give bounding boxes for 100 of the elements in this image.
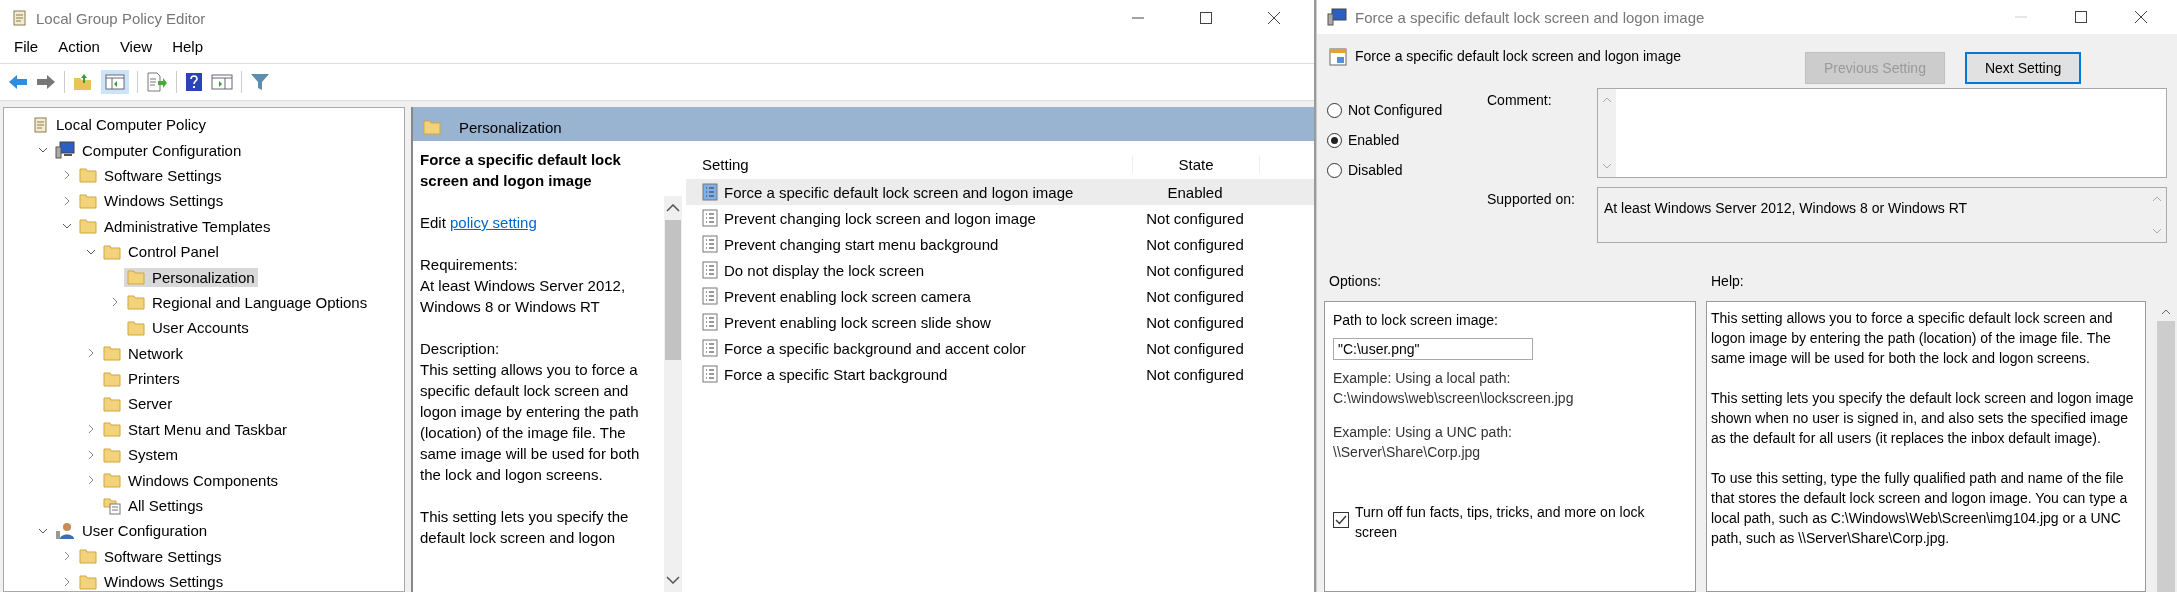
folder-icon xyxy=(103,421,121,438)
help-text: To use this setting, type the fully qualified path and name of the file that stores the default lock screen and logon image. You can type a local path, such as C:\Windows\Web\Screen\img104.jpg or a UNC path, such as \\Server\Share\Corp.jpg. xyxy=(1711,469,2129,548)
radio-label: Enabled xyxy=(1348,132,1400,148)
window-title: Local Group Policy Editor xyxy=(36,9,206,27)
help-text: This setting allows you to force a specific default lock screen and logon image by entering the path (location) of the image file. The same image will be used for both the lock and logon screens. xyxy=(1711,309,2114,368)
folder-icon xyxy=(127,294,145,311)
export-list-icon[interactable] xyxy=(146,72,168,92)
tree-item[interactable]: Regional and Language Options xyxy=(124,292,371,312)
radio-label: Disabled xyxy=(1348,162,1403,178)
chevron-right-icon[interactable] xyxy=(88,348,94,359)
setting-row[interactable]: Prevent enabling lock screen camera Not configured xyxy=(686,283,1314,309)
scrollbar[interactable] xyxy=(664,196,682,592)
tree-item[interactable]: Local Computer Policy xyxy=(28,114,210,135)
chevron-right-icon[interactable] xyxy=(88,449,94,460)
chevron-down-icon[interactable] xyxy=(666,576,680,584)
tree-item[interactable]: Windows Settings xyxy=(76,572,227,591)
window-title: Force a specific default lock screen and logon image xyxy=(1355,8,1705,26)
back-arrow-icon[interactable] xyxy=(8,74,28,90)
policy-icon xyxy=(702,339,718,357)
example-label: Example: Using a UNC path: xyxy=(1333,423,1513,442)
chevron-right-icon[interactable] xyxy=(88,424,94,435)
radio-button[interactable] xyxy=(1327,102,1342,118)
folder-icon xyxy=(127,269,145,286)
chevron-up-icon[interactable] xyxy=(666,204,680,212)
close-icon[interactable] xyxy=(1268,12,1280,24)
chevron-right-icon[interactable] xyxy=(88,475,94,486)
scroll-icon xyxy=(31,115,49,134)
setting-row[interactable]: Prevent changing lock screen and logon image Not configured xyxy=(686,205,1314,231)
chevron-up-icon[interactable] xyxy=(2161,309,2171,315)
folder-up-icon[interactable] xyxy=(73,73,93,91)
scroll-icon xyxy=(10,9,28,27)
chevron-down-icon[interactable] xyxy=(38,147,48,154)
path-field[interactable]: "C:\user.png" xyxy=(1333,338,1533,360)
tree-item[interactable]: System xyxy=(100,445,181,465)
policy-icon xyxy=(702,183,718,201)
chevron-down-icon[interactable] xyxy=(86,248,96,255)
menu-item[interactable]: Help xyxy=(172,38,203,55)
radio-button[interactable] xyxy=(1327,132,1342,148)
tree-item[interactable]: Network xyxy=(100,343,186,363)
setting-row[interactable]: Force a specific background and accent color Not configured xyxy=(686,335,1314,361)
computer-icon xyxy=(1327,8,1347,26)
forward-arrow-icon[interactable] xyxy=(36,74,56,90)
tree-item[interactable]: Windows Settings xyxy=(76,191,227,211)
tree-item[interactable]: Computer Configuration xyxy=(52,140,245,161)
filter-icon[interactable] xyxy=(250,73,270,91)
tree-item[interactable]: Control Panel xyxy=(100,242,222,262)
tree-item[interactable]: Start Menu and Taskbar xyxy=(100,419,290,439)
comment-label: Comment: xyxy=(1487,91,1553,110)
requirements-text: At least Windows Server 2012, Windows 8 or Windows RT xyxy=(420,276,627,317)
example-path: \\Server\Share\Corp.jpg xyxy=(1333,443,1482,462)
chevron-right-icon[interactable] xyxy=(64,576,70,587)
tree-item[interactable]: Administrative Templates xyxy=(76,216,274,236)
help-icon[interactable] xyxy=(185,72,203,92)
chevron-right-icon[interactable] xyxy=(112,297,118,308)
folder-icon xyxy=(423,119,441,135)
category-title: Personalization xyxy=(459,118,562,136)
maximize-icon[interactable] xyxy=(2075,11,2087,23)
show-tree-button[interactable] xyxy=(101,70,129,94)
folder-icon xyxy=(103,345,121,362)
pane-toggle-icon[interactable] xyxy=(211,73,233,91)
tree-item[interactable]: Personalization xyxy=(124,267,258,287)
policy-icon xyxy=(702,235,718,253)
radio-button[interactable] xyxy=(1327,162,1342,178)
tree-item[interactable]: Printers xyxy=(100,369,183,389)
chevron-down-icon[interactable] xyxy=(62,223,72,230)
setting-row[interactable]: Force a specific Start background Not configured xyxy=(686,361,1314,387)
tree-item[interactable]: User Accounts xyxy=(124,318,252,338)
menu-item[interactable]: Action xyxy=(58,38,100,55)
maximize-icon[interactable] xyxy=(1200,12,1212,24)
tree-item[interactable]: User Configuration xyxy=(52,520,211,541)
checkbox[interactable] xyxy=(1333,512,1349,528)
setting-row[interactable]: Do not display the lock screen Not configured xyxy=(686,257,1314,283)
tree-item[interactable]: Software Settings xyxy=(76,165,225,185)
tree-item[interactable]: Server xyxy=(100,394,176,414)
setting-row[interactable]: Prevent changing start menu background Not configured xyxy=(686,231,1314,257)
folder-icon xyxy=(103,472,121,489)
policy-setting-link[interactable]: policy setting xyxy=(450,214,537,231)
policy-title: Force a specific default lock screen and logon image xyxy=(420,150,622,191)
tree-item[interactable]: Software Settings xyxy=(76,546,225,566)
chevron-right-icon[interactable] xyxy=(64,551,70,562)
supported-label: Supported on: xyxy=(1487,190,1576,209)
folder-icon xyxy=(103,370,121,387)
column-header[interactable]: Setting xyxy=(686,155,1132,173)
menu-item[interactable]: File xyxy=(14,38,39,55)
column-header[interactable]: State xyxy=(1132,155,1260,173)
chevron-right-icon[interactable] xyxy=(64,170,70,181)
menu-item[interactable]: View xyxy=(119,38,153,55)
nav-button[interactable]: Next Setting xyxy=(1964,52,2082,84)
description-label: Description: xyxy=(420,339,501,359)
chevron-right-icon[interactable] xyxy=(64,195,70,206)
setting-row[interactable]: Force a specific default lock screen and logon image Enabled xyxy=(686,179,1314,205)
radio-label: Not Configured xyxy=(1348,102,1443,118)
policy-icon xyxy=(702,365,718,383)
tree-item[interactable]: Windows Components xyxy=(100,470,282,490)
chevron-down-icon[interactable] xyxy=(38,527,48,534)
setting-row[interactable]: Prevent enabling lock screen slide show Not configured xyxy=(686,309,1314,335)
close-icon[interactable] xyxy=(2135,11,2147,23)
folder-icon xyxy=(79,192,97,209)
tree-item[interactable]: All Settings xyxy=(100,495,207,516)
user-icon xyxy=(55,521,75,540)
